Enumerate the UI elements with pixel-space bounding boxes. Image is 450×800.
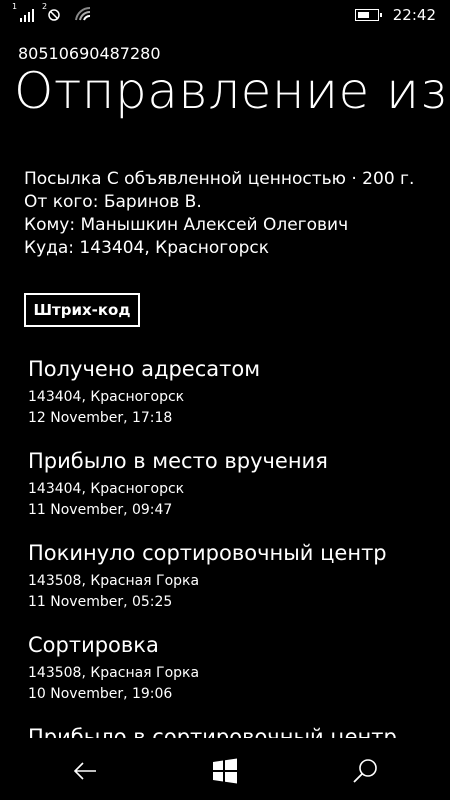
parcel-type: Посылка С объявленной ценностью · 200 г. bbox=[24, 169, 415, 189]
sim2-label: 2 bbox=[42, 2, 48, 11]
event-status: Покинуло сортировочный центр bbox=[28, 541, 387, 565]
event-item[interactable]: Прибыло в место вручения 143404, Красног… bbox=[28, 448, 438, 540]
event-place: 143404, Красногорск bbox=[28, 481, 185, 497]
event-list[interactable]: Получено адресатом 143404, Красногорск 1… bbox=[28, 356, 438, 738]
event-place: 143404, Красногорск bbox=[28, 389, 185, 405]
sim1-label: 1 bbox=[12, 2, 18, 11]
event-status: Прибыло в сортировочный центр bbox=[28, 725, 397, 738]
event-status: Прибыло в место вручения bbox=[28, 449, 328, 473]
event-status: Сортировка bbox=[28, 633, 159, 657]
signal-sim2-icon: 2 bbox=[42, 2, 64, 22]
event-date: 11 November, 05:25 bbox=[28, 594, 173, 610]
event-date: 11 November, 09:47 bbox=[28, 502, 173, 518]
event-status: Получено адресатом bbox=[28, 357, 261, 381]
event-place: 143508, Красная Горка bbox=[28, 665, 200, 681]
event-place: 143508, Красная Горка bbox=[28, 573, 200, 589]
sender: От кого: Баринов В. bbox=[24, 192, 202, 212]
back-arrow-icon[interactable] bbox=[70, 756, 100, 786]
battery-icon bbox=[354, 9, 382, 21]
event-item[interactable]: Сортировка 143508, Красная Горка 10 Nove… bbox=[28, 632, 438, 724]
parcel-info: Посылка С объявленной ценностью · 200 г.… bbox=[24, 168, 414, 260]
recipient: Кому: Манышкин Алексей Олегович bbox=[24, 215, 349, 235]
status-bar: 1 2 22:42 bbox=[0, 0, 450, 32]
destination: Куда: 143404, Красногорск bbox=[24, 238, 270, 258]
event-item[interactable]: Покинуло сортировочный центр 143508, Кра… bbox=[28, 540, 438, 632]
title-clip: Отправление из В bbox=[0, 60, 450, 130]
signal-sim1-icon: 1 bbox=[12, 2, 34, 22]
page-title: Отправление из В bbox=[14, 62, 450, 120]
search-icon[interactable] bbox=[350, 756, 380, 786]
clock: 22:42 bbox=[392, 6, 436, 24]
navigation-bar bbox=[0, 740, 450, 800]
windows-logo-icon[interactable] bbox=[210, 756, 240, 786]
event-item[interactable]: Прибыло в сортировочный центр bbox=[28, 724, 438, 738]
event-date: 12 November, 17:18 bbox=[28, 410, 173, 426]
event-date: 10 November, 19:06 bbox=[28, 686, 173, 702]
barcode-button[interactable]: Штрих-код bbox=[24, 293, 140, 327]
wifi-icon bbox=[74, 6, 94, 22]
event-item[interactable]: Получено адресатом 143404, Красногорск 1… bbox=[28, 356, 438, 448]
